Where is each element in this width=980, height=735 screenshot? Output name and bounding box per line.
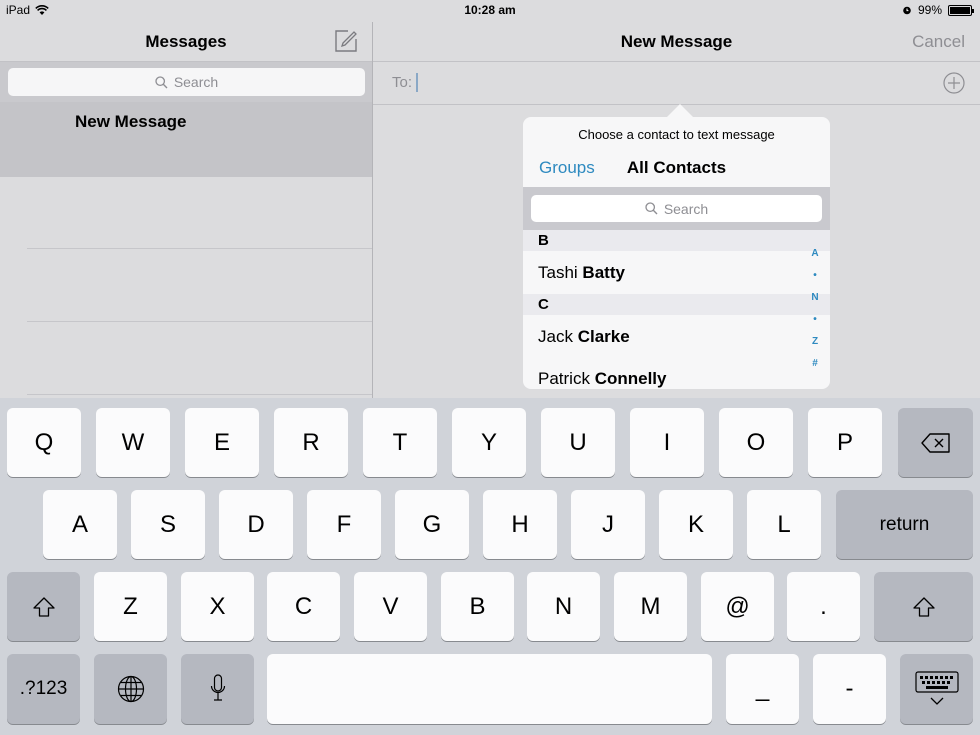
key-t[interactable]: T — [363, 408, 437, 477]
backspace-icon — [920, 432, 950, 453]
contact-last-name: Batty — [582, 263, 625, 282]
list-separator — [27, 321, 372, 322]
globe-key[interactable] — [94, 654, 167, 724]
add-contact-icon[interactable] — [943, 72, 965, 94]
key-h[interactable]: H — [483, 490, 557, 559]
contact-row[interactable]: Patrick Connelly — [538, 369, 667, 389]
return-key[interactable]: return — [836, 490, 973, 559]
messages-search-bar: Search — [0, 62, 372, 102]
space-bar[interactable] — [267, 654, 712, 724]
contact-last-name: Clarke — [577, 327, 630, 346]
new-message-navbar: New Message Cancel — [373, 22, 980, 62]
key-underscore[interactable]: _ — [726, 654, 799, 724]
messages-search-input[interactable]: Search — [8, 68, 365, 96]
all-contacts-title: All Contacts — [626, 158, 727, 177]
key-y[interactable]: Y — [452, 408, 526, 477]
search-placeholder: Search — [663, 200, 709, 217]
popover-title: Choose a contact to text message — [578, 127, 775, 142]
globe-icon — [117, 675, 144, 703]
key-z[interactable]: Z — [94, 572, 167, 641]
key-w[interactable]: W — [96, 408, 170, 477]
key-d[interactable]: D — [219, 490, 293, 559]
key-f[interactable]: F — [307, 490, 381, 559]
section-header-c: C — [523, 294, 830, 315]
key-q[interactable]: Q — [7, 408, 81, 477]
search-icon — [155, 75, 168, 88]
conversation-row-new-message[interactable]: New Message — [0, 102, 372, 177]
to-label: To: — [392, 74, 413, 91]
index-item[interactable]: • — [808, 269, 822, 291]
key-x[interactable]: X — [181, 572, 254, 641]
contact-first-name: Tashi — [538, 263, 578, 282]
list-separator — [27, 394, 372, 395]
contact-row[interactable]: Tashi Batty — [538, 263, 625, 283]
key-p[interactable]: P — [808, 408, 882, 477]
shift-icon — [912, 596, 935, 617]
key-v[interactable]: V — [354, 572, 427, 641]
status-bar: iPad 10:28 am 99% — [0, 0, 980, 22]
key-u[interactable]: U — [541, 408, 615, 477]
messages-navbar: Messages — [0, 22, 372, 62]
hide-keyboard-icon — [914, 671, 959, 705]
search-icon — [645, 202, 658, 215]
messages-title: Messages — [145, 32, 227, 51]
key-e[interactable]: E — [185, 408, 259, 477]
index-item[interactable]: # — [808, 357, 822, 379]
index-item[interactable]: Z — [808, 335, 822, 357]
key-i[interactable]: I — [630, 408, 704, 477]
search-placeholder: Search — [173, 74, 219, 90]
alarm-clock-icon — [903, 6, 911, 15]
popover-arrow — [667, 104, 693, 117]
status-time: 10:28 am — [464, 3, 516, 17]
contact-first-name: Patrick — [538, 369, 590, 388]
key-s[interactable]: S — [131, 490, 205, 559]
key-m[interactable]: M — [614, 572, 687, 641]
shift-key-right[interactable] — [874, 572, 973, 641]
dictation-key[interactable] — [181, 654, 254, 724]
index-item[interactable]: • — [808, 313, 822, 335]
new-message-title: New Message — [620, 32, 733, 51]
keyboard: Q W E R T Y U I O P A S D F G H J K L re… — [0, 398, 980, 735]
status-right: 99% — [902, 3, 974, 17]
numbers-key[interactable]: .?123 — [7, 654, 80, 724]
key-c[interactable]: C — [267, 572, 340, 641]
key-period[interactable]: . — [787, 572, 860, 641]
shift-icon — [32, 596, 55, 617]
key-at[interactable]: @ — [701, 572, 774, 641]
battery-icon — [948, 4, 974, 16]
key-r[interactable]: R — [274, 408, 348, 477]
key-a[interactable]: A — [43, 490, 117, 559]
key-j[interactable]: J — [571, 490, 645, 559]
battery-percent: 99% — [917, 3, 942, 17]
key-n[interactable]: N — [527, 572, 600, 641]
section-index[interactable]: A • N • Z # — [808, 247, 822, 379]
conversation-name: New Message — [75, 112, 187, 131]
to-field-row[interactable]: To: — [373, 62, 980, 105]
contact-row[interactable]: Jack Clarke — [538, 327, 630, 347]
compose-icon[interactable] — [334, 28, 358, 52]
index-item[interactable]: N — [808, 291, 822, 313]
shift-key-left[interactable] — [7, 572, 80, 641]
key-dash[interactable]: - — [813, 654, 886, 724]
contact-first-name: Jack — [538, 327, 573, 346]
text-cursor — [416, 73, 418, 92]
delete-key[interactable] — [898, 408, 973, 477]
contact-last-name: Connelly — [594, 369, 667, 388]
key-g[interactable]: G — [395, 490, 469, 559]
contacts-search-bar: Search — [523, 187, 830, 230]
key-o[interactable]: O — [719, 408, 793, 477]
hide-keyboard-key[interactable] — [900, 654, 973, 724]
section-header-b: B — [523, 230, 830, 251]
key-k[interactable]: K — [659, 490, 733, 559]
contacts-search-input[interactable]: Search — [531, 195, 822, 222]
list-separator — [27, 248, 372, 249]
index-item[interactable]: A — [808, 247, 822, 269]
microphone-icon — [210, 674, 225, 701]
key-b[interactable]: B — [441, 572, 514, 641]
contacts-popover: Choose a contact to text message Groups … — [523, 117, 830, 389]
cancel-button[interactable]: Cancel — [912, 32, 965, 52]
key-l[interactable]: L — [747, 490, 821, 559]
